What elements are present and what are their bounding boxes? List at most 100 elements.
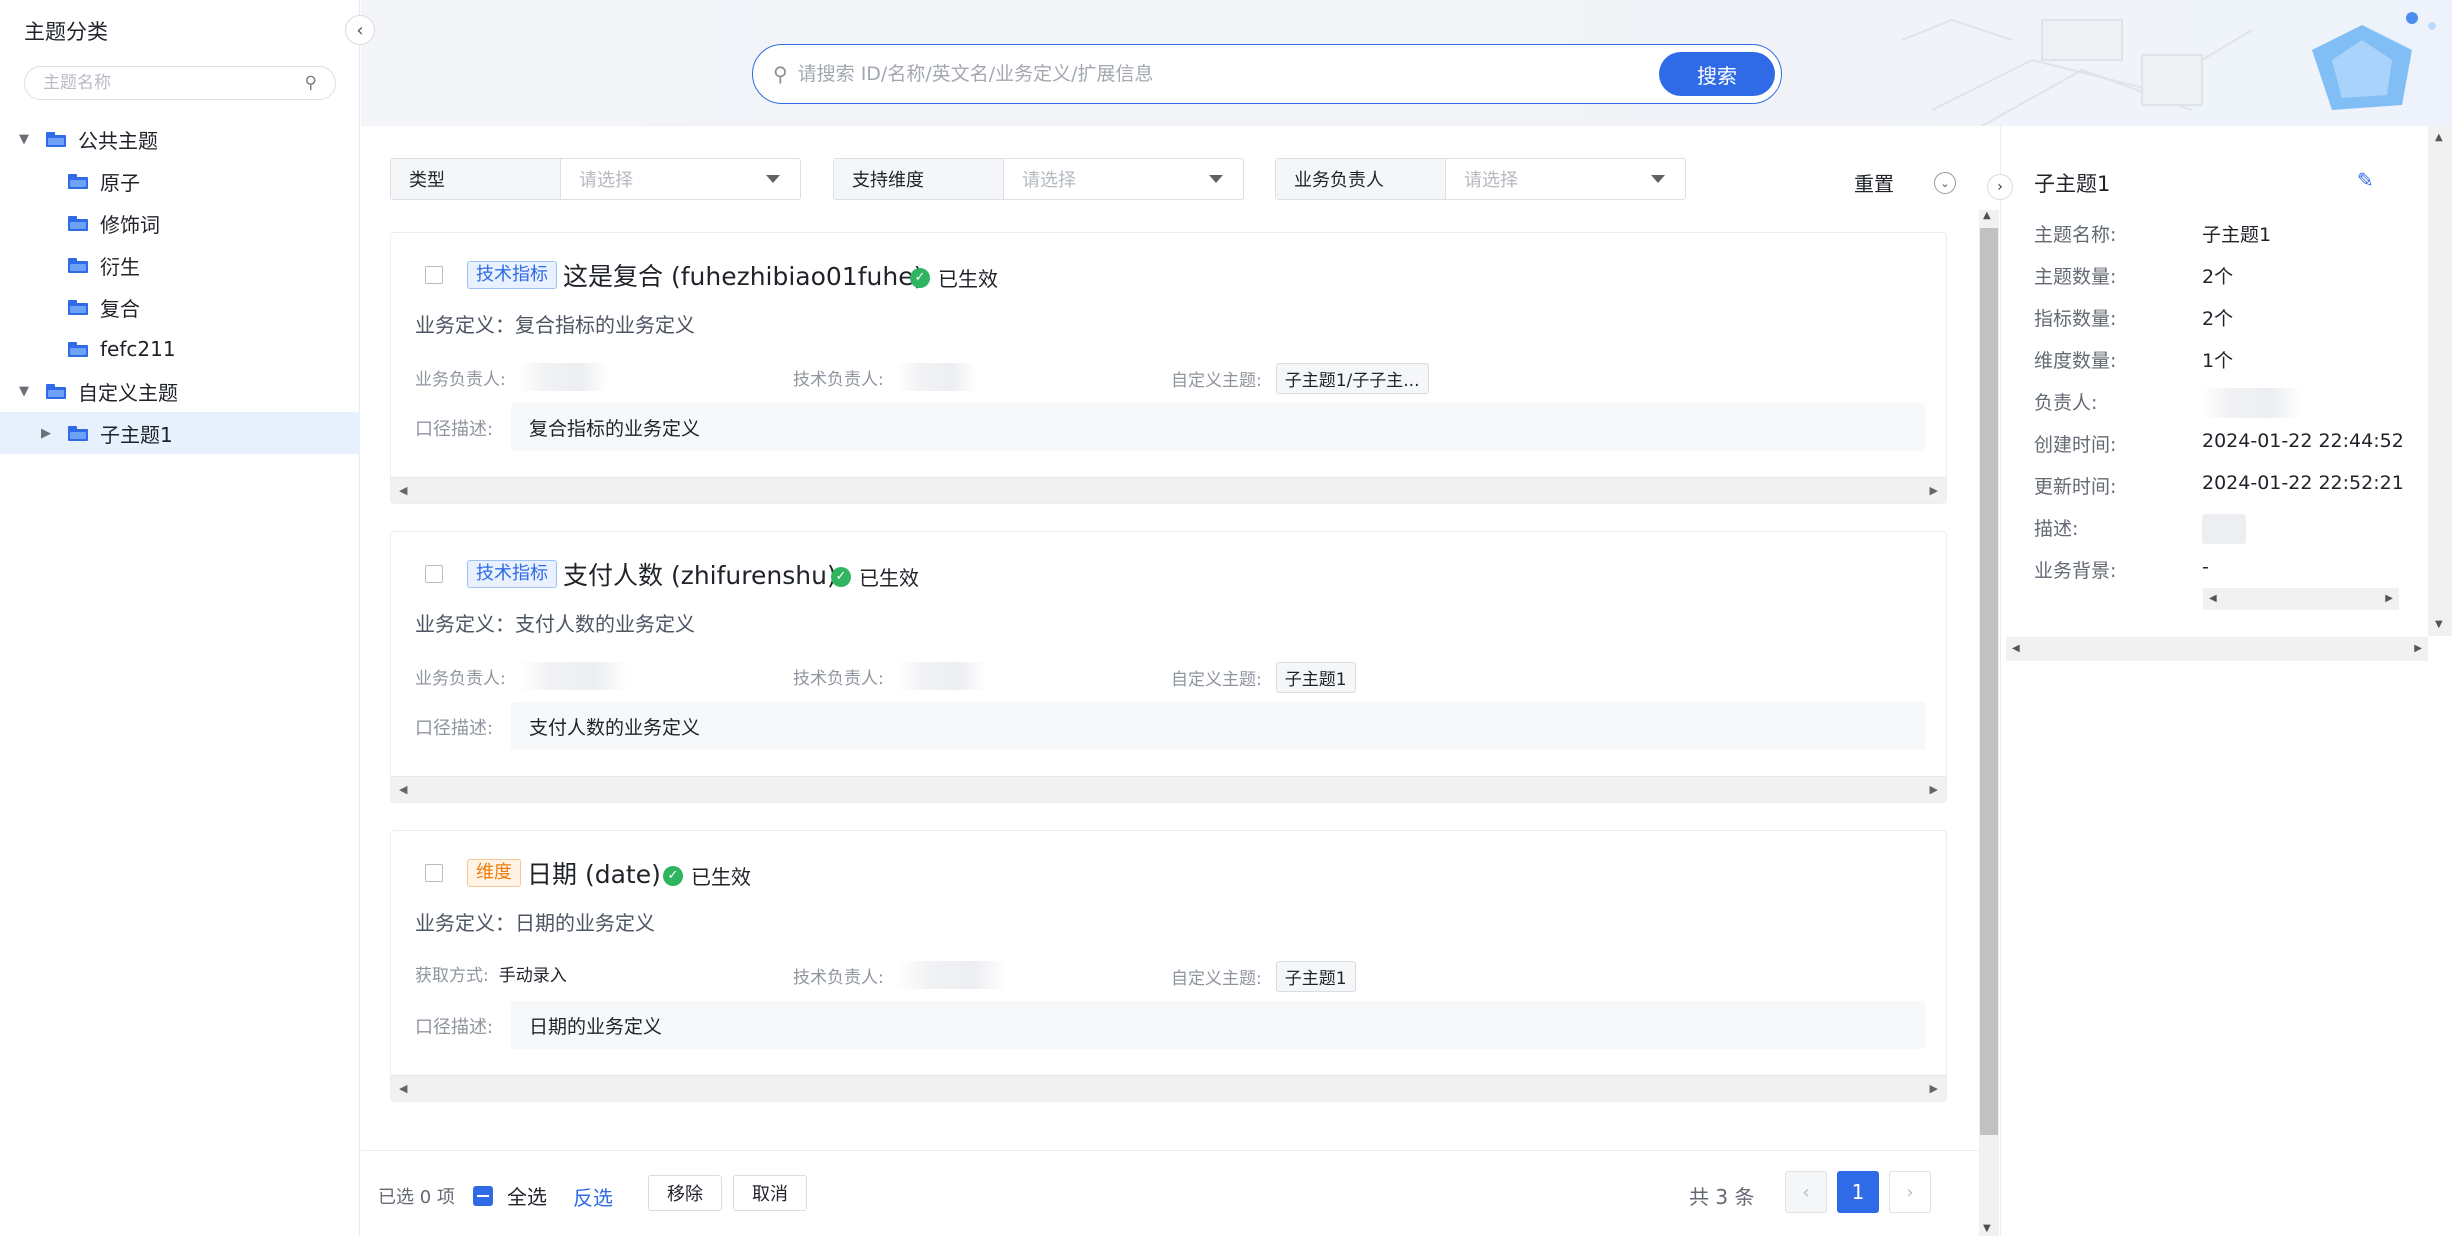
caret-down-icon[interactable]: ▼ bbox=[14, 132, 34, 147]
filter-label: 支持维度 bbox=[834, 159, 1004, 199]
tree-node-label: 复合 bbox=[100, 296, 140, 321]
theme-search-field[interactable]: ⚲ bbox=[24, 66, 336, 100]
scroll-right-icon[interactable]: ▶ bbox=[2385, 593, 2393, 604]
owner-avatar-redacted bbox=[895, 961, 1006, 989]
list-item[interactable]: 技术指标 支付人数 (zhifurenshu) ✓ 已生效 业务定义：支付人数的业… bbox=[390, 531, 1947, 803]
filter-owner[interactable]: 业务负责人 请选择 bbox=[1275, 158, 1686, 200]
scroll-left-icon[interactable]: ◀ bbox=[2012, 643, 2020, 654]
list-item[interactable]: 技术指标 这是复合 (fuhezhibiao01fuhe) ✓ 已生效 业务定义：… bbox=[390, 232, 1947, 504]
tree-node-composite[interactable]: 复合 bbox=[0, 286, 360, 328]
scroll-right-icon[interactable]: ▶ bbox=[2414, 643, 2422, 654]
meta-label: 业务负责人: bbox=[415, 668, 506, 689]
filter-type[interactable]: 类型 请选择 bbox=[390, 158, 801, 200]
filter-dimension[interactable]: 支持维度 请选择 bbox=[833, 158, 1244, 200]
list-item[interactable]: 维度 日期 (date) ✓ 已生效 业务定义：日期的业务定义 获取方式: 手动录入… bbox=[390, 830, 1947, 1102]
invert-selection-link[interactable]: 反选 bbox=[573, 1182, 613, 1211]
scroll-left-icon[interactable]: ◀ bbox=[399, 1082, 407, 1095]
owner-avatar-redacted bbox=[2202, 388, 2302, 418]
business-definition: 业务定义：复合指标的业务定义 bbox=[415, 313, 695, 337]
meta-theme: 自定义主题: 子主题1/子子主... bbox=[1171, 363, 1429, 394]
sidebar: 主题分类 ⚲ ▼ 公共主题 原子 修饰词 衍生 复合 fefc211 bbox=[0, 0, 360, 1236]
theme-search-input[interactable] bbox=[43, 73, 305, 93]
scroll-right-icon[interactable]: ▶ bbox=[1930, 1082, 1938, 1095]
edit-icon[interactable]: ✎ bbox=[2357, 168, 2374, 192]
collapse-detail-button[interactable]: › bbox=[1987, 174, 2013, 200]
remove-button[interactable]: 移除 bbox=[648, 1175, 722, 1211]
tree-node-modifier[interactable]: 修饰词 bbox=[0, 202, 360, 244]
scroll-left-icon[interactable]: ◀ bbox=[399, 783, 407, 796]
theme-tag: 子主题1 bbox=[1275, 662, 1356, 693]
search-icon[interactable]: ⚲ bbox=[305, 73, 317, 93]
folder-icon bbox=[68, 257, 88, 273]
global-search-field[interactable]: ⚲ 搜索 bbox=[752, 44, 1782, 104]
select-all-checkbox[interactable]: 全选 bbox=[473, 1181, 547, 1210]
filter-type-select[interactable]: 请选择 bbox=[561, 159, 800, 199]
horizontal-scrollbar[interactable]: ◀ ▶ bbox=[391, 477, 1946, 503]
scrollbar-thumb[interactable] bbox=[1980, 228, 1998, 1135]
filter-label: 业务负责人 bbox=[1276, 159, 1446, 199]
horizontal-scrollbar[interactable]: ◀ ▶ bbox=[2006, 637, 2428, 661]
filter-owner-select[interactable]: 请选择 bbox=[1446, 159, 1685, 199]
global-search-input[interactable] bbox=[797, 63, 1659, 85]
meta-theme: 自定义主题: 子主题1 bbox=[1171, 662, 1356, 693]
item-checkbox[interactable] bbox=[425, 266, 443, 284]
caret-down-icon[interactable]: ▼ bbox=[14, 384, 34, 399]
item-checkbox[interactable] bbox=[425, 565, 443, 583]
scroll-up-icon[interactable]: ▲ bbox=[1983, 210, 1991, 221]
item-checkbox[interactable] bbox=[425, 864, 443, 882]
desc-value: 支付人数的业务定义 bbox=[511, 702, 1925, 750]
reset-button[interactable]: 重置 bbox=[1854, 168, 1894, 197]
indeterminate-checkbox-icon[interactable] bbox=[473, 1185, 493, 1206]
scroll-right-icon[interactable]: ▶ bbox=[1930, 484, 1938, 497]
search-button[interactable]: 搜索 bbox=[1659, 52, 1775, 96]
page-button-current[interactable]: 1 bbox=[1837, 1171, 1879, 1213]
tree-node-atomic[interactable]: 原子 bbox=[0, 160, 360, 202]
description-redacted bbox=[2202, 514, 2246, 544]
status-text: 已生效 bbox=[859, 566, 919, 590]
next-page-button[interactable]: › bbox=[1889, 1171, 1931, 1213]
horizontal-scrollbar[interactable]: ◀ ▶ bbox=[391, 1075, 1946, 1101]
detail-row: 业务背景: - bbox=[2034, 556, 2209, 583]
tree-node-derived[interactable]: 衍生 bbox=[0, 244, 360, 286]
item-title[interactable]: 这是复合 (fuhezhibiao01fuhe) bbox=[563, 257, 923, 293]
scroll-left-icon[interactable]: ◀ bbox=[399, 484, 407, 497]
tree-node-subtheme1[interactable]: ▶ 子主题1 bbox=[0, 412, 360, 454]
filter-dimension-select[interactable]: 请选择 bbox=[1004, 159, 1243, 199]
caret-right-icon[interactable]: ▶ bbox=[36, 426, 56, 441]
folder-icon bbox=[68, 425, 88, 441]
prev-page-button[interactable]: ‹ bbox=[1785, 1171, 1827, 1213]
search-icon: ⚲ bbox=[773, 62, 788, 86]
item-title[interactable]: 支付人数 (zhifurenshu) bbox=[563, 556, 837, 592]
type-tag: 技术指标 bbox=[467, 560, 557, 588]
owner-avatar-redacted bbox=[895, 363, 976, 391]
meta-tech-owner: 技术负责人: bbox=[793, 662, 986, 690]
item-title[interactable]: 日期 (date) bbox=[527, 855, 661, 891]
expand-filters-icon[interactable]: ⌄ bbox=[1934, 172, 1956, 194]
desc-label: 口径描述: bbox=[415, 419, 494, 440]
vertical-scrollbar[interactable]: ▲ ▼ bbox=[1979, 210, 1999, 1236]
detail-key: 描述: bbox=[2034, 518, 2079, 540]
detail-value: 子主题1 bbox=[2202, 224, 2272, 246]
tree-node-public[interactable]: ▼ 公共主题 bbox=[0, 118, 360, 160]
detail-key: 主题数量: bbox=[2034, 266, 2117, 288]
cancel-button[interactable]: 取消 bbox=[733, 1175, 807, 1211]
tree-node-fefc211[interactable]: fefc211 bbox=[0, 328, 360, 370]
scroll-down-icon[interactable]: ▼ bbox=[2435, 619, 2443, 630]
meta-label: 技术负责人: bbox=[793, 967, 884, 988]
collapse-sidebar-button[interactable]: ‹ bbox=[345, 15, 375, 45]
scroll-left-icon[interactable]: ◀ bbox=[2209, 593, 2217, 604]
detail-key: 主题名称: bbox=[2034, 224, 2117, 246]
scrollbar-thumb[interactable] bbox=[2431, 148, 2449, 614]
horizontal-scrollbar[interactable]: ◀ ▶ bbox=[391, 776, 1946, 802]
tree-node-custom[interactable]: ▼ 自定义主题 bbox=[0, 370, 360, 412]
scroll-up-icon[interactable]: ▲ bbox=[2435, 132, 2443, 143]
dropdown-arrow-icon bbox=[1209, 175, 1223, 183]
scroll-down-icon[interactable]: ▼ bbox=[1983, 1223, 1991, 1234]
scroll-right-icon[interactable]: ▶ bbox=[1930, 783, 1938, 796]
detail-key: 负责人: bbox=[2034, 392, 2098, 414]
total-count: 共 3 条 bbox=[1689, 1185, 1755, 1209]
horizontal-scrollbar[interactable]: ◀ ▶ bbox=[2203, 588, 2399, 610]
vertical-scrollbar[interactable]: ▲ ▼ bbox=[2428, 126, 2452, 636]
select-placeholder: 请选择 bbox=[1022, 170, 1076, 191]
detail-panel: 子主题1 ✎ 主题名称: 子主题1 主题数量: 2个 指标数量: 2个 维度数量: 1个… bbox=[2000, 126, 2452, 1236]
